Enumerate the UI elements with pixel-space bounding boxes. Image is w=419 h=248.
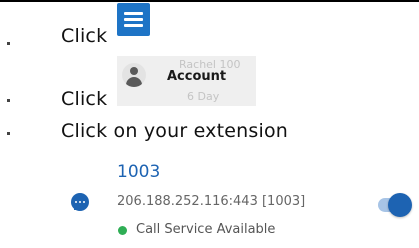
extension-number: 1003 bbox=[117, 162, 161, 182]
extension-address: 206.188.252.116:443 [1003] bbox=[117, 194, 306, 209]
account-label: Account bbox=[167, 69, 227, 84]
bullet-step-2 bbox=[7, 99, 10, 102]
step-2-text: Click bbox=[61, 88, 108, 110]
status-text: Call Service Available bbox=[136, 222, 276, 237]
top-border bbox=[0, 0, 419, 2]
extension-toggle[interactable] bbox=[376, 193, 412, 217]
step-1-text: Click bbox=[61, 25, 108, 47]
menu-button[interactable] bbox=[117, 3, 150, 36]
background-detail-text: 6 Day bbox=[187, 90, 220, 103]
status-indicator-icon bbox=[118, 226, 127, 235]
person-icon bbox=[122, 63, 146, 87]
bullet-step-3 bbox=[7, 132, 10, 135]
account-menu-item[interactable]: Rachel 100 6 Day Account bbox=[117, 56, 256, 106]
bullet-step-1 bbox=[7, 42, 10, 45]
toggle-knob bbox=[388, 193, 412, 217]
step-3-text: Click on your extension bbox=[61, 120, 289, 142]
chat-bubble-icon bbox=[71, 193, 89, 211]
